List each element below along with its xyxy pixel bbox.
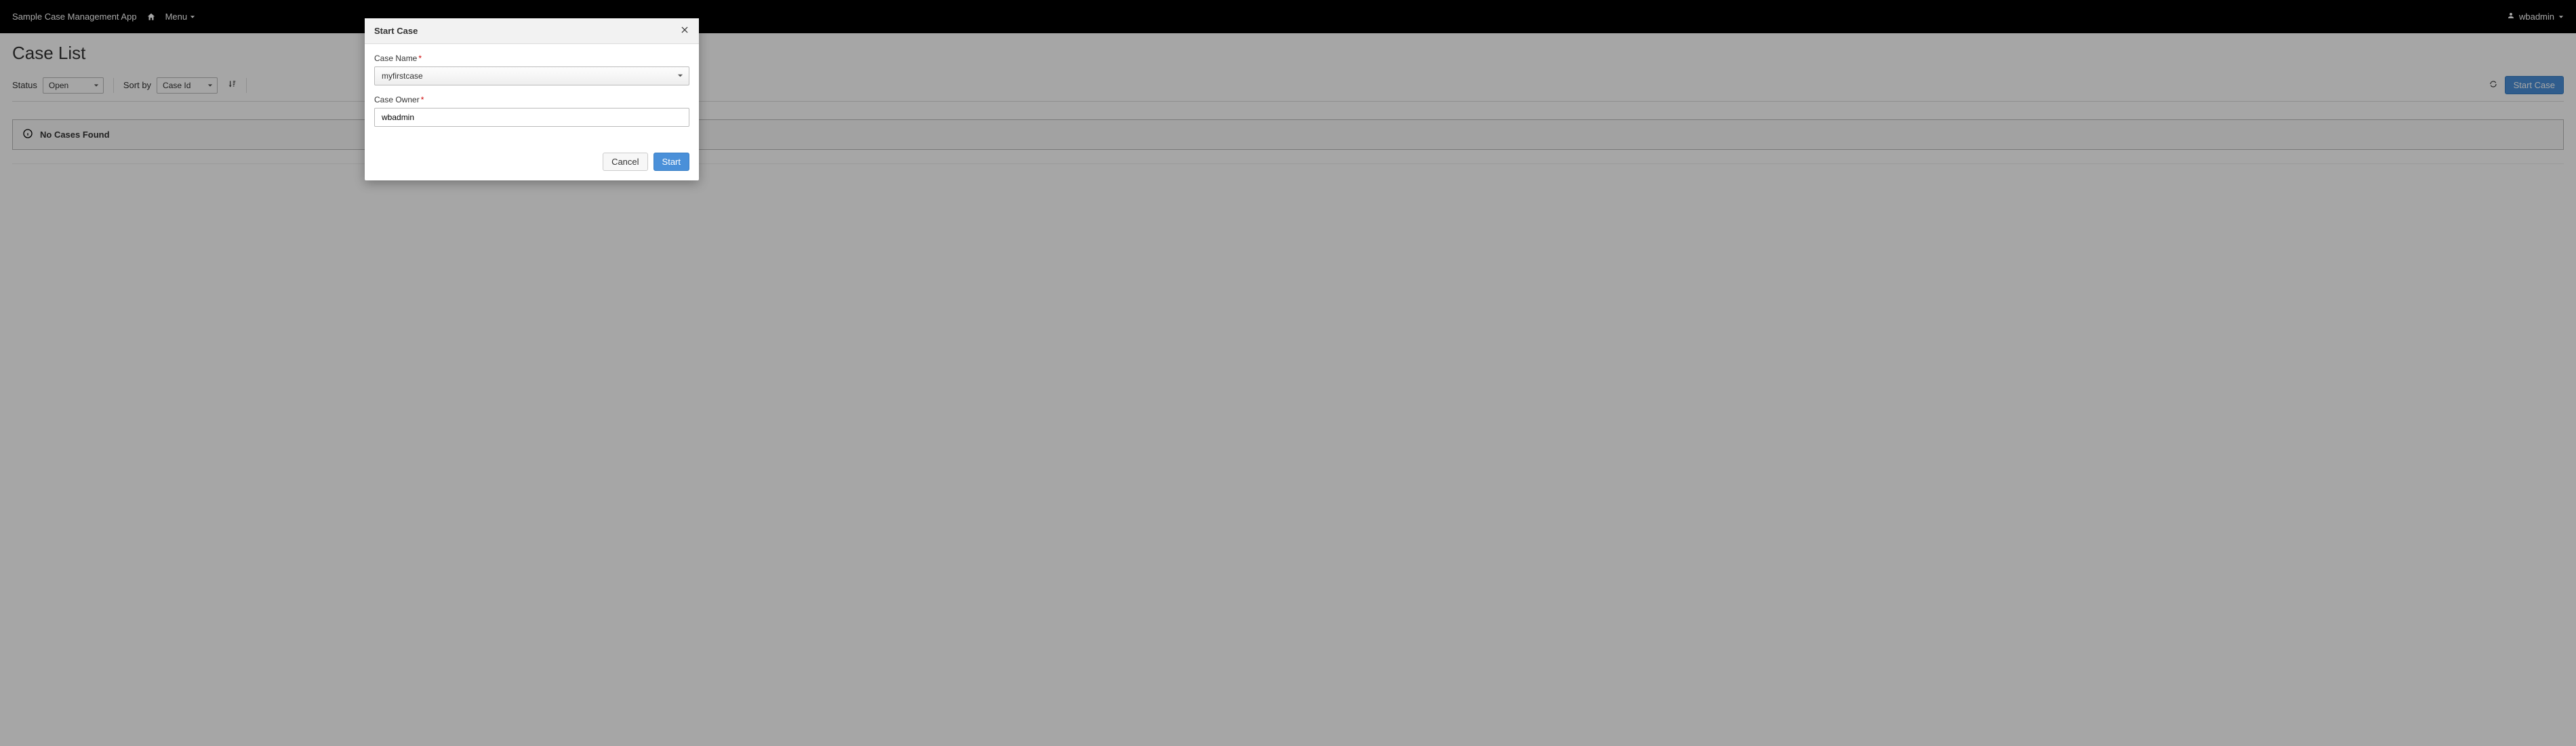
case-owner-label: Case Owner* bbox=[374, 95, 689, 104]
cancel-button[interactable]: Cancel bbox=[603, 153, 647, 171]
case-owner-input[interactable] bbox=[374, 108, 689, 127]
start-button-label: Start bbox=[662, 157, 681, 167]
modal-footer: Cancel Start bbox=[365, 146, 699, 180]
chevron-down-icon bbox=[677, 71, 683, 81]
case-name-value: myfirstcase bbox=[382, 71, 423, 81]
case-owner-label-text: Case Owner bbox=[374, 95, 420, 104]
case-name-select[interactable]: myfirstcase bbox=[374, 66, 689, 85]
case-name-group: Case Name* myfirstcase bbox=[374, 54, 689, 85]
close-icon[interactable] bbox=[680, 25, 689, 37]
required-indicator: * bbox=[421, 95, 424, 104]
case-name-label-text: Case Name bbox=[374, 54, 417, 63]
modal-body: Case Name* myfirstcase Case Owner* bbox=[365, 44, 699, 146]
start-button[interactable]: Start bbox=[653, 153, 689, 171]
cancel-button-label: Cancel bbox=[611, 157, 639, 167]
case-owner-group: Case Owner* bbox=[374, 95, 689, 127]
modal-header: Start Case bbox=[365, 18, 699, 44]
case-name-label: Case Name* bbox=[374, 54, 689, 63]
required-indicator: * bbox=[418, 54, 422, 63]
start-case-modal: Start Case Case Name* myfirstcase Case O… bbox=[365, 18, 699, 180]
modal-title: Start Case bbox=[374, 26, 418, 36]
